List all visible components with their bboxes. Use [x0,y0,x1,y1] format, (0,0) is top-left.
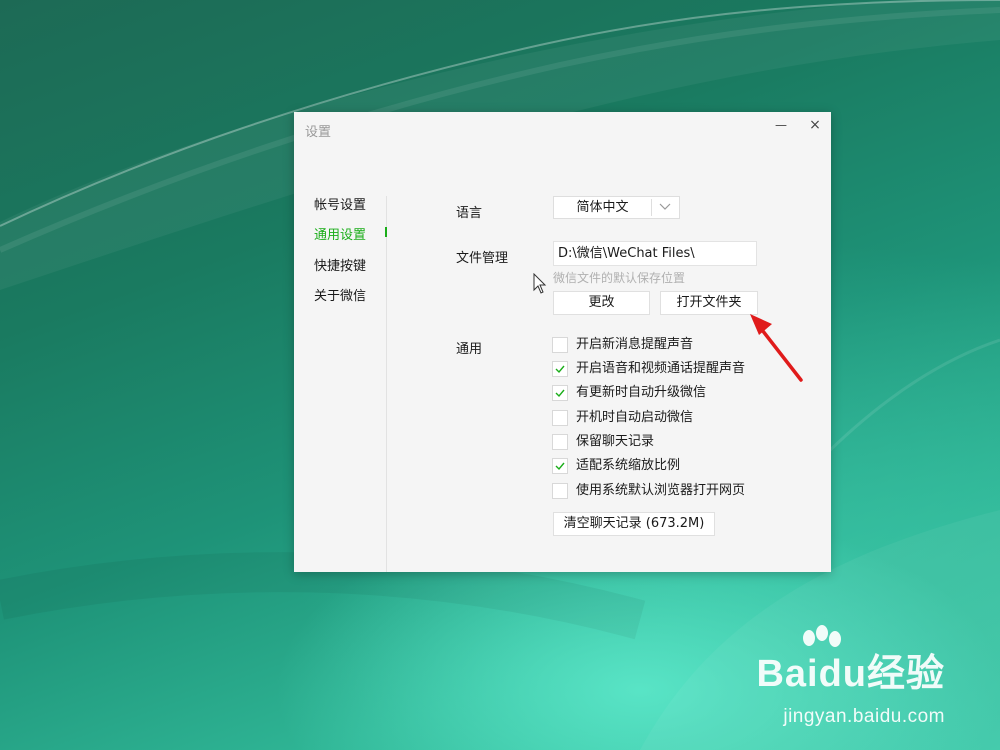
watermark-url: jingyan.baidu.com [783,706,945,727]
checkmark-icon [555,462,565,471]
clear-chat-history-button[interactable]: 清空聊天记录 (673.2M) [553,512,715,536]
checkbox[interactable] [552,385,568,401]
sidebar-item-about[interactable]: 关于微信 [314,285,366,304]
language-label: 语言 [456,206,483,221]
file-path-hint: 微信文件的默认保存位置 [553,271,686,285]
file-management-label: 文件管理 [456,251,509,266]
baidu-jingyan-watermark: Baidu经验 jingyan.baidu.com [745,625,945,728]
settings-window: 设置 — × 帐号设置 通用设置 快捷按键 关于微信 语言 简体中文 文件管理 … [294,112,831,572]
close-icon[interactable]: × [806,116,824,134]
sidebar-item-account[interactable]: 帐号设置 [314,194,366,213]
checkbox[interactable] [552,458,568,474]
open-folder-button[interactable]: 打开文件夹 [660,291,758,315]
file-path-field[interactable]: D:\微信\WeChat Files\ [553,241,757,266]
checkbox[interactable] [552,483,568,499]
checkbox[interactable] [552,434,568,450]
minimize-icon[interactable]: — [772,116,790,134]
general-label: 通用 [456,342,483,357]
sidebar-item-shortcuts[interactable]: 快捷按键 [314,255,366,274]
sidebar-item-general[interactable]: 通用设置 [314,224,366,243]
chevron-down-icon[interactable] [658,202,672,212]
window-title: 设置 [305,125,332,140]
language-selected-value: 简体中文 [576,200,629,215]
checkmark-icon [555,365,565,374]
sidebar-divider [386,196,387,572]
desktop-background: Baidu经验 jingyan.baidu.com 设置 — × 帐号设置 通用… [0,0,1000,750]
checkbox[interactable] [552,410,568,426]
language-select[interactable]: 简体中文 [553,196,680,219]
checkbox[interactable] [552,337,568,353]
checkbox[interactable] [552,361,568,377]
checkmark-icon [555,389,565,398]
watermark-brand: Baidu经验 [756,653,945,695]
sidebar-active-indicator [385,227,387,237]
change-button[interactable]: 更改 [553,291,650,315]
select-separator [651,199,652,216]
